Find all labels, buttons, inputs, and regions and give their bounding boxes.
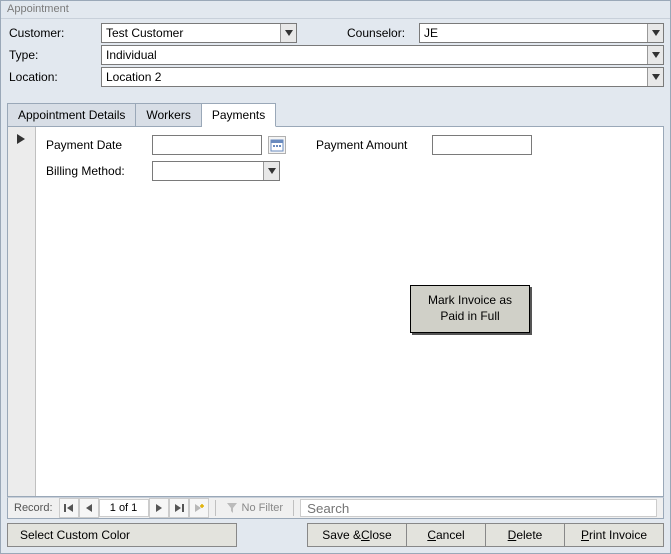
customer-combo[interactable]: Test Customer [101, 23, 297, 43]
chevron-down-icon[interactable] [647, 68, 663, 86]
nav-last-icon[interactable] [169, 498, 189, 518]
billing-method-combo[interactable] [152, 161, 280, 181]
window-title: Appointment [1, 1, 670, 19]
header-form: Customer: Test Customer Counselor: JE Ty… [1, 19, 670, 95]
nav-first-icon[interactable] [59, 498, 79, 518]
tab-payments[interactable]: Payments [202, 103, 276, 127]
select-custom-color-button[interactable]: Select Custom Color [7, 523, 237, 547]
tab-appointment-details[interactable]: Appointment Details [7, 103, 136, 127]
counselor-value: JE [420, 26, 647, 40]
record-navigator: Record: No Filter [7, 497, 664, 519]
nav-prev-icon[interactable] [79, 498, 99, 518]
chevron-down-icon[interactable] [263, 162, 279, 180]
filter-indicator[interactable]: No Filter [222, 502, 288, 514]
calendar-icon[interactable] [268, 136, 286, 154]
mark-invoice-paid-button[interactable]: Mark Invoice as Paid in Full [410, 285, 530, 333]
appointment-window: Appointment Customer: Test Customer Coun… [0, 0, 671, 554]
payment-date-label: Payment Date [46, 138, 146, 152]
funnel-icon [226, 502, 238, 514]
payment-date-input[interactable] [152, 135, 262, 155]
nav-new-icon[interactable] [189, 498, 209, 518]
cancel-button[interactable]: Cancel [406, 523, 486, 547]
print-invoice-button[interactable]: Print Invoice [564, 523, 664, 547]
type-value: Individual [102, 48, 647, 62]
current-record-arrow-icon [16, 133, 26, 148]
location-label: Location: [7, 68, 97, 86]
nav-next-icon[interactable] [149, 498, 169, 518]
location-value: Location 2 [102, 70, 647, 84]
location-combo[interactable]: Location 2 [101, 67, 664, 87]
chevron-down-icon[interactable] [280, 24, 296, 42]
type-label: Type: [7, 46, 97, 64]
payments-panel: Payment Date Payment Amount [7, 127, 664, 497]
save-close-button[interactable]: Save & Close [307, 523, 407, 547]
counselor-combo[interactable]: JE [419, 23, 664, 43]
tabs: Appointment Details Workers Payments [1, 103, 670, 127]
record-label: Record: [8, 502, 59, 514]
billing-method-label: Billing Method: [46, 164, 146, 178]
delete-button[interactable]: Delete [485, 523, 565, 547]
chevron-down-icon[interactable] [647, 24, 663, 42]
no-filter-text: No Filter [242, 502, 284, 514]
customer-value: Test Customer [102, 26, 280, 40]
payment-amount-label: Payment Amount [316, 138, 426, 152]
counselor-label: Counselor: [345, 24, 415, 42]
payment-amount-input[interactable] [432, 135, 532, 155]
chevron-down-icon[interactable] [647, 46, 663, 64]
tab-workers[interactable]: Workers [136, 103, 201, 127]
record-position[interactable] [99, 499, 149, 517]
type-combo[interactable]: Individual [101, 45, 664, 65]
footer-buttons: Select Custom Color Save & Close Cancel … [1, 519, 670, 553]
customer-label: Customer: [7, 24, 97, 42]
record-selector[interactable] [8, 127, 36, 496]
search-input[interactable] [300, 499, 657, 517]
